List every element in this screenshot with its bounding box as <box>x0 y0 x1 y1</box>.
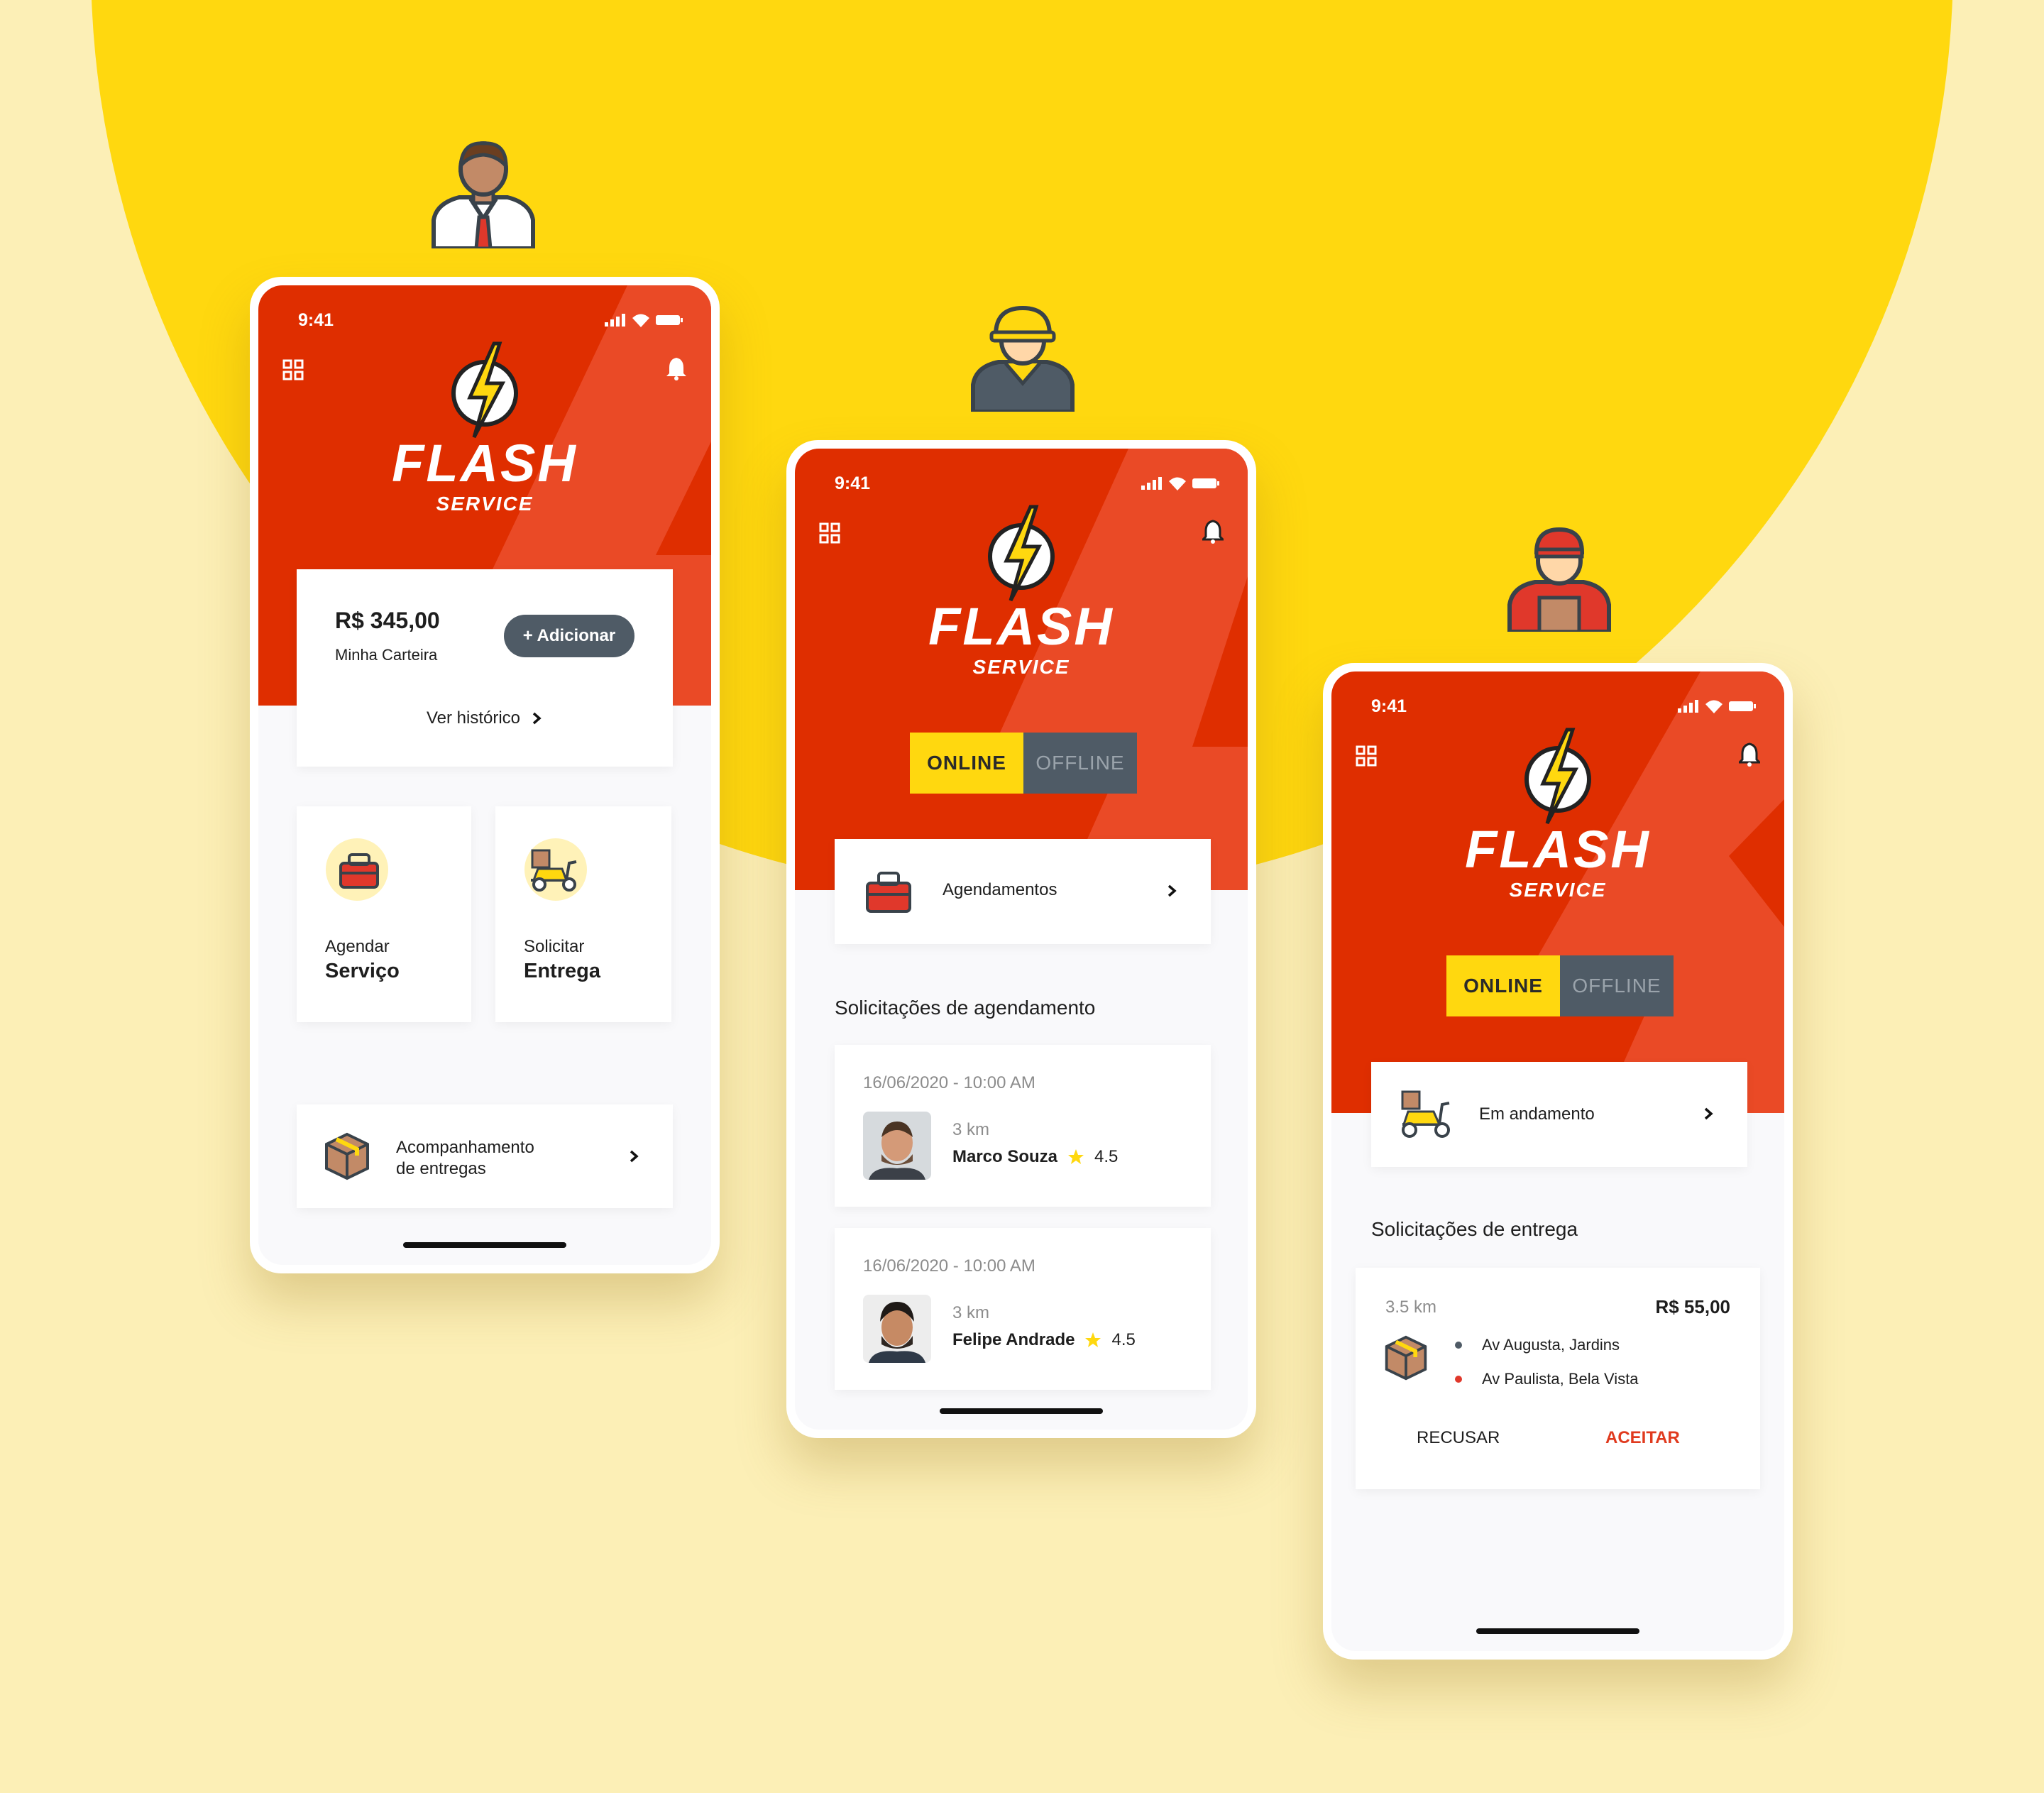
request-date: 16/06/2020 - 10:00 AM <box>863 1256 1035 1276</box>
status-time: 9:41 <box>298 309 334 330</box>
home-indicator <box>403 1242 566 1248</box>
phone-wallet-screen: 9:41 FLASH SERVICE R$ 345,00 Minha Carte… <box>250 277 720 1273</box>
status-bar: 9:41 <box>298 309 683 331</box>
toolbox-icon <box>866 872 911 913</box>
online-offline-toggle[interactable]: ONLINE OFFLINE <box>1446 955 1674 1016</box>
tracking-line1: Acompanhamento <box>396 1138 534 1157</box>
package-icon <box>325 1132 369 1180</box>
destination-dot <box>1455 1376 1462 1383</box>
lightning-bolt-logo-icon <box>988 505 1055 602</box>
signal-icon <box>605 314 625 327</box>
brand-wordmark: FLASH <box>928 597 1114 656</box>
status-time: 9:41 <box>835 473 871 493</box>
wallet-label: Minha Carteira <box>335 646 438 664</box>
status-bar: 9:41 <box>1371 696 1756 717</box>
tile-label-top: Solicitar <box>524 937 585 956</box>
signal-icon <box>1141 477 1162 490</box>
request-distance: 3 km <box>952 1303 990 1322</box>
lightning-bolt-logo-icon <box>451 341 518 439</box>
requester-name: Marco Souza <box>952 1147 1058 1166</box>
rating: 4.5 <box>1111 1330 1136 1349</box>
wifi-icon <box>632 314 649 327</box>
lightning-bolt-logo-icon <box>1524 728 1591 825</box>
requester-name: Felipe Andrade <box>952 1330 1075 1349</box>
tile-request-delivery[interactable]: Solicitar Entrega <box>495 806 671 1022</box>
wifi-icon <box>1169 477 1186 490</box>
scooter-icon <box>524 838 587 901</box>
package-icon <box>1385 1335 1427 1381</box>
delivery-man-icon <box>1507 527 1611 632</box>
delivery-distance: 3.5 km <box>1385 1298 1437 1317</box>
request-date: 16/06/2020 - 10:00 AM <box>863 1073 1035 1092</box>
flash-logo: FLASH SERVICE <box>1331 727 1784 901</box>
brand-subtitle: SERVICE <box>1509 879 1607 901</box>
brand-subtitle: SERVICE <box>436 493 534 515</box>
reject-button[interactable]: RECUSAR <box>1417 1428 1500 1448</box>
request-distance: 3 km <box>952 1120 990 1139</box>
chevron-right-icon <box>532 712 542 725</box>
battery-icon <box>1192 478 1219 488</box>
add-funds-button[interactable]: + Adicionar <box>504 615 634 657</box>
history-link[interactable]: Ver histórico <box>297 708 673 728</box>
rating: 4.5 <box>1094 1147 1119 1166</box>
schedule-request-card[interactable]: 16/06/2020 - 10:00 AM 3 km Felipe Andrad… <box>835 1228 1211 1390</box>
origin-dot <box>1455 1342 1462 1349</box>
tile-label-bottom: Serviço <box>325 960 400 982</box>
phone-schedules-screen: 9:41 FLASH SERVICE ONLINE OFFLINE Agenda… <box>786 440 1256 1438</box>
scooter-icon <box>1401 1090 1450 1138</box>
section-title: Solicitações de entrega <box>1371 1218 1578 1240</box>
status-bar: 9:41 <box>835 473 1219 494</box>
schedules-label: Agendamentos <box>943 880 1057 899</box>
delivery-request-card[interactable]: 3.5 km R$ 55,00 Av Augusta, Jardins Av P… <box>1356 1268 1760 1489</box>
star-icon <box>1085 1332 1101 1347</box>
in-progress-row[interactable]: Em andamento <box>1371 1062 1747 1167</box>
tile-label-top: Agendar <box>325 937 390 956</box>
home-indicator <box>1476 1628 1639 1634</box>
businessman-icon <box>432 141 535 248</box>
toggle-offline[interactable]: OFFLINE <box>1023 733 1137 794</box>
status-time: 9:41 <box>1371 696 1407 716</box>
accept-button[interactable]: ACEITAR <box>1605 1428 1680 1448</box>
schedules-row[interactable]: Agendamentos <box>835 839 1211 944</box>
in-progress-label: Em andamento <box>1479 1104 1595 1124</box>
toolbox-icon <box>326 838 388 901</box>
delivery-price: R$ 55,00 <box>1655 1296 1730 1317</box>
flash-logo: FLASH SERVICE <box>795 504 1248 679</box>
tracking-line2: de entregas <box>396 1159 486 1178</box>
online-offline-toggle[interactable]: ONLINE OFFLINE <box>910 733 1137 794</box>
worker-icon <box>971 305 1075 412</box>
user-avatar-photo <box>863 1112 931 1180</box>
wallet-card: R$ 345,00 Minha Carteira + Adicionar Ver… <box>297 569 673 767</box>
battery-icon <box>1729 701 1756 711</box>
brand-wordmark: FLASH <box>1465 820 1651 879</box>
chevron-right-icon <box>1167 884 1177 897</box>
section-title: Solicitações de agendamento <box>835 997 1096 1019</box>
chevron-right-icon <box>1704 1107 1713 1120</box>
star-icon <box>1068 1149 1084 1164</box>
tile-schedule-service[interactable]: Agendar Serviço <box>297 806 471 1022</box>
origin-address: Av Augusta, Jardins <box>1482 1336 1620 1354</box>
chevron-right-icon <box>630 1150 639 1163</box>
wifi-icon <box>1705 700 1722 713</box>
home-indicator <box>940 1408 1103 1414</box>
tracking-row[interactable]: Acompanhamento de entregas <box>297 1104 673 1208</box>
history-link-label: Ver histórico <box>426 708 521 728</box>
brand-wordmark: FLASH <box>392 434 578 493</box>
battery-icon <box>656 315 683 325</box>
user-avatar-photo <box>863 1295 931 1363</box>
flash-logo: FLASH SERVICE <box>258 341 711 515</box>
brand-subtitle: SERVICE <box>972 656 1070 678</box>
signal-icon <box>1678 700 1698 713</box>
phone-deliveries-screen: 9:41 FLASH SERVICE ONLINE OFFLINE Em and… <box>1323 663 1793 1660</box>
toggle-online[interactable]: ONLINE <box>910 733 1023 794</box>
destination-address: Av Paulista, Bela Vista <box>1482 1370 1639 1388</box>
toggle-offline[interactable]: OFFLINE <box>1560 955 1674 1016</box>
wallet-amount: R$ 345,00 <box>335 608 440 633</box>
schedule-request-card[interactable]: 16/06/2020 - 10:00 AM 3 km Marco Souza 4… <box>835 1045 1211 1207</box>
tile-label-bottom: Entrega <box>524 960 600 982</box>
toggle-online[interactable]: ONLINE <box>1446 955 1560 1016</box>
